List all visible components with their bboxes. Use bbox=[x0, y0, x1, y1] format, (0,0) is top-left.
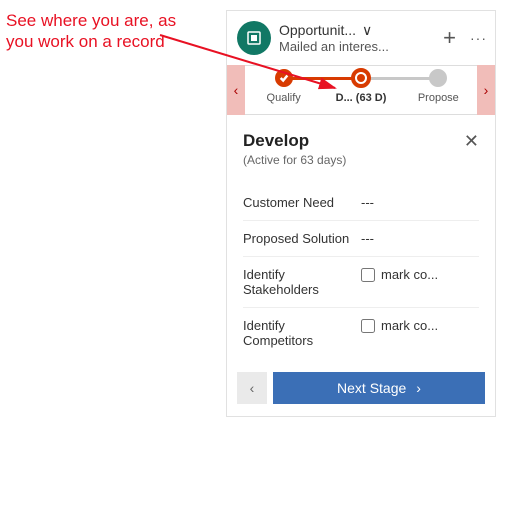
field-label: Identify Competitors bbox=[243, 318, 353, 348]
next-stage-label: Next Stage bbox=[337, 380, 406, 396]
callout-annotation: See where you are, as you work on a reco… bbox=[6, 10, 206, 53]
field-label: Proposed Solution bbox=[243, 231, 353, 246]
stage-label: Propose bbox=[418, 92, 459, 104]
record-subtitle: Mailed an interes... bbox=[279, 39, 431, 54]
record-title-block[interactable]: Opportunit... ∨ Mailed an interes... bbox=[279, 22, 431, 54]
stage-qualify[interactable]: Qualify bbox=[245, 66, 322, 114]
stage-track: Qualify D... (63 D) Propose bbox=[245, 65, 477, 115]
stage-flyout: Develop (Active for 63 days) ✕ Customer … bbox=[227, 115, 495, 372]
mark-complete-checkbox[interactable]: mark co... bbox=[361, 267, 479, 282]
field-identify-competitors[interactable]: Identify Competitors mark co... bbox=[243, 308, 479, 358]
stages-next-button[interactable]: › bbox=[477, 65, 495, 115]
opportunity-icon bbox=[237, 21, 271, 55]
checkbox-label: mark co... bbox=[381, 267, 438, 282]
flyout-title: Develop bbox=[243, 131, 346, 151]
process-stages: ‹ Qualify D... (63 D) Propose › bbox=[227, 65, 495, 115]
checkbox-input[interactable] bbox=[361, 268, 375, 282]
stage-label: Qualify bbox=[267, 92, 301, 104]
stage-propose[interactable]: Propose bbox=[400, 66, 477, 114]
stages-prev-button[interactable]: ‹ bbox=[227, 65, 245, 115]
field-value: --- bbox=[361, 195, 479, 210]
mark-complete-checkbox[interactable]: mark co... bbox=[361, 318, 479, 333]
stage-develop[interactable]: D... (63 D) bbox=[322, 66, 399, 114]
record-title: Opportunit... bbox=[279, 22, 356, 38]
close-icon[interactable]: ✕ bbox=[464, 131, 479, 152]
record-panel: Opportunit... ∨ Mailed an interes... + ·… bbox=[226, 10, 496, 417]
field-label: Identify Stakeholders bbox=[243, 267, 353, 297]
previous-stage-button[interactable]: ‹ bbox=[237, 372, 267, 404]
field-value: --- bbox=[361, 231, 479, 246]
next-stage-button[interactable]: Next Stage › bbox=[273, 372, 485, 404]
field-identify-stakeholders[interactable]: Identify Stakeholders mark co... bbox=[243, 257, 479, 308]
field-customer-need[interactable]: Customer Need --- bbox=[243, 185, 479, 221]
chevron-down-icon: ∨ bbox=[362, 22, 372, 38]
flyout-footer: ‹ Next Stage › bbox=[227, 372, 495, 416]
add-button[interactable]: + bbox=[439, 25, 460, 51]
stage-fields: Customer Need --- Proposed Solution --- … bbox=[243, 185, 479, 358]
checkbox-input[interactable] bbox=[361, 319, 375, 333]
record-header: Opportunit... ∨ Mailed an interes... + ·… bbox=[227, 11, 495, 65]
more-button[interactable]: ··· bbox=[466, 30, 491, 46]
checkbox-label: mark co... bbox=[381, 318, 438, 333]
field-proposed-solution[interactable]: Proposed Solution --- bbox=[243, 221, 479, 257]
chevron-right-icon: › bbox=[416, 380, 421, 396]
field-label: Customer Need bbox=[243, 195, 353, 210]
stage-label: D... (63 D) bbox=[336, 92, 387, 104]
flyout-subtitle: (Active for 63 days) bbox=[243, 153, 346, 167]
